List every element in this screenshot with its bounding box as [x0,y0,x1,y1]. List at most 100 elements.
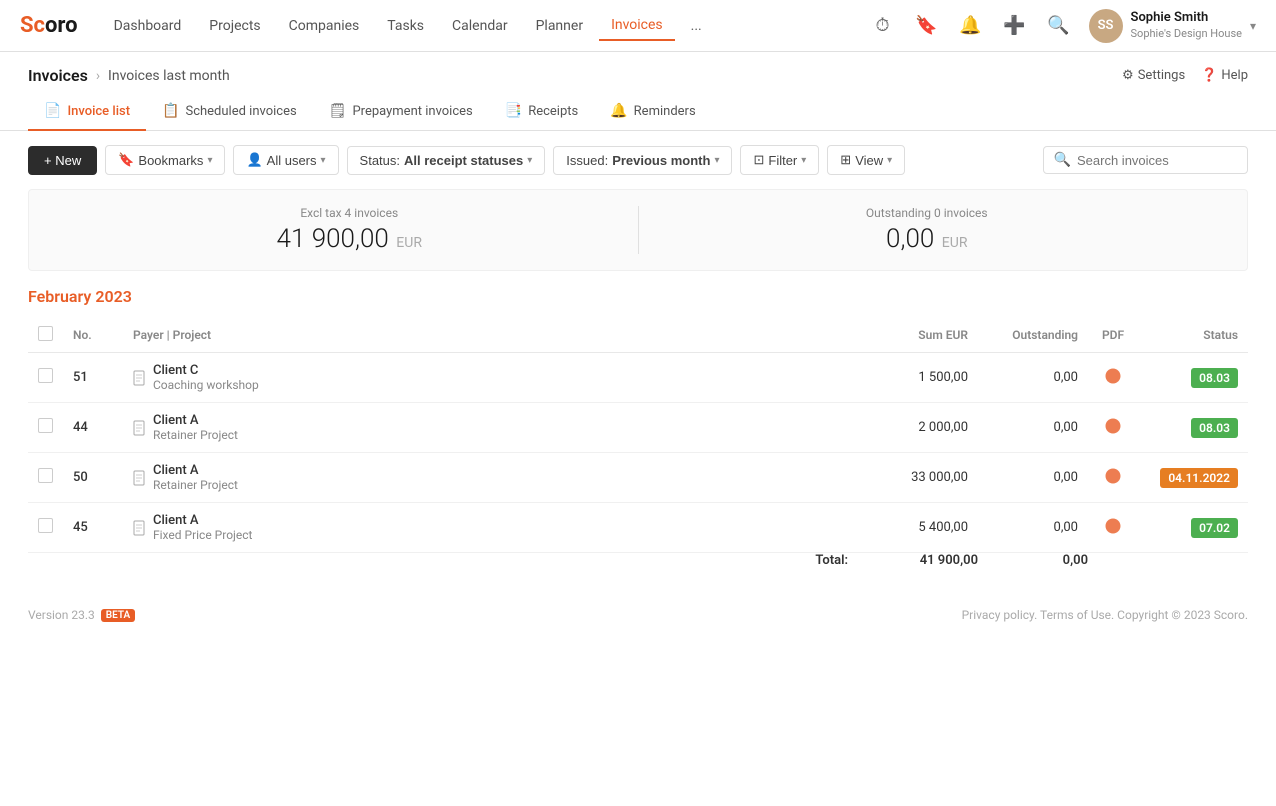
row-outstanding-3: 0,00 [978,503,1088,553]
row-no-3[interactable]: 45 [63,503,123,553]
search-input[interactable] [1077,153,1237,168]
row-checkbox-2[interactable] [38,468,53,483]
row-pdf-2[interactable] [1088,453,1138,503]
settings-link[interactable]: ⚙ Settings [1122,68,1185,83]
row-pdf-0[interactable] [1088,353,1138,403]
nav-more[interactable]: ... [679,12,714,40]
row-checkbox-1[interactable] [38,418,53,433]
summary-outstanding-currency: EUR [942,235,968,251]
status-badge-3: 07.02 [1191,518,1238,538]
th-checkbox [28,318,63,353]
row-no-0[interactable]: 51 [63,353,123,403]
nav-tasks[interactable]: Tasks [375,12,436,40]
breadcrumb-root[interactable]: Invoices [28,66,88,85]
search-box[interactable]: 🔍 [1043,146,1248,174]
users-chevron-icon: ▾ [321,155,326,166]
total-sum: 41 900,00 [858,553,978,569]
payer-name-1[interactable]: Client A [153,413,238,428]
view-button[interactable]: ⊞ View ▾ [827,145,905,175]
bookmarks-chevron-icon: ▾ [207,155,212,166]
nav-invoices[interactable]: Invoices [599,11,675,41]
row-outstanding-1: 0,00 [978,403,1088,453]
row-no-2[interactable]: 50 [63,453,123,503]
pdf-download-icon-3[interactable] [1104,520,1122,539]
row-outstanding-2: 0,00 [978,453,1088,503]
chevron-down-icon: ▾ [1250,19,1256,33]
row-sum-1: 2 000,00 [858,403,978,453]
pdf-download-icon-0[interactable] [1104,370,1122,389]
tab-prepayment-invoices[interactable]: 🗒 Prepayment invoices [313,93,489,131]
pdf-download-icon-1[interactable] [1104,420,1122,439]
summary-total-label: Excl tax 4 invoices [61,206,638,220]
breadcrumb: Invoices › Invoices last month [28,66,230,85]
payer-name-0[interactable]: Client C [153,363,259,378]
summary-outstanding-amount: 0,00 [886,224,934,254]
row-payer-3: Client A Fixed Price Project [123,503,858,553]
summary-total: Excl tax 4 invoices 41 900,00 EUR [61,206,638,254]
bookmark-icon[interactable]: 🔖 [913,12,941,40]
new-button[interactable]: + New [28,146,97,175]
avatar: SS [1089,9,1123,43]
nav-projects[interactable]: Projects [197,12,272,40]
doc-icon-0 [133,370,147,386]
breadcrumb-bar: Invoices › Invoices last month ⚙ Setting… [0,52,1276,93]
timer-icon[interactable]: ⏱ [869,12,897,40]
payer-name-2[interactable]: Client A [153,463,238,478]
bookmarks-button[interactable]: 🔖 Bookmarks ▾ [105,145,225,175]
nav-dashboard[interactable]: Dashboard [102,12,194,40]
nav-planner[interactable]: Planner [524,12,595,40]
total-label: Total: [815,553,848,568]
beta-badge: BETA [101,609,135,622]
row-no-1[interactable]: 44 [63,403,123,453]
payer-project-3: Fixed Price Project [153,528,252,542]
row-payer-2: Client A Retainer Project [123,453,858,503]
filter-chevron-icon: ▾ [801,155,806,166]
user-name: Sophie Smith [1131,10,1242,27]
filter-button[interactable]: ⊡ Filter ▾ [740,145,819,175]
row-checkbox-0[interactable] [38,368,53,383]
pdf-download-icon-2[interactable] [1104,470,1122,489]
page-content: Invoices › Invoices last month ⚙ Setting… [0,52,1276,806]
status-badge-2: 04.11.2022 [1160,468,1238,488]
prepayment-icon: 🗒 [329,103,347,119]
user-area[interactable]: SS Sophie Smith Sophie's Design House ▾ [1089,9,1256,43]
row-outstanding-0: 0,00 [978,353,1088,403]
status-label: Status: [360,153,400,168]
status-filter-button[interactable]: Status: All receipt statuses ▾ [347,146,546,175]
add-icon[interactable]: ➕ [1001,12,1029,40]
bell-icon[interactable]: 🔔 [957,12,985,40]
search-icon[interactable]: 🔍 [1045,12,1073,40]
row-checkbox-3[interactable] [38,518,53,533]
nav-calendar[interactable]: Calendar [440,12,520,40]
th-no: No. [63,318,123,353]
tab-receipts[interactable]: 📑 Receipts [489,93,594,131]
row-sum-3: 5 400,00 [858,503,978,553]
row-status-0: 08.03 [1138,353,1248,403]
all-users-button[interactable]: 👤 All users ▾ [233,145,338,175]
scheduled-icon: 📋 [162,103,179,119]
select-all-checkbox[interactable] [38,326,53,341]
table-row: 45 Client A Fixed Price Project 5 400,00 [28,503,1248,553]
logo[interactable]: Scoro [20,13,78,38]
row-pdf-1[interactable] [1088,403,1138,453]
help-link[interactable]: ❓ Help [1201,68,1248,83]
summary-outstanding-label: Outstanding 0 invoices [639,206,1216,220]
row-pdf-3[interactable] [1088,503,1138,553]
issued-filter-button[interactable]: Issued: Previous month ▾ [553,146,732,175]
issued-chevron-icon: ▾ [714,155,719,166]
summary-total-currency: EUR [396,235,422,251]
users-icon: 👤 [246,152,262,168]
reminders-icon: 🔔 [610,103,627,119]
summary-total-amount: 41 900,00 [277,224,389,254]
payer-name-3[interactable]: Client A [153,513,252,528]
receipts-icon: 📑 [505,103,522,119]
view-chevron-icon: ▾ [887,155,892,166]
th-pdf: PDF [1088,318,1138,353]
tab-reminders[interactable]: 🔔 Reminders [594,93,711,131]
toolbar: + New 🔖 Bookmarks ▾ 👤 All users ▾ Status… [0,131,1276,189]
nav-companies[interactable]: Companies [277,12,372,40]
summary-row: Excl tax 4 invoices 41 900,00 EUR Outsta… [28,189,1248,271]
tab-scheduled-invoices[interactable]: 📋 Scheduled invoices [146,93,313,131]
tab-invoice-list[interactable]: 📄 Invoice list [28,93,146,131]
settings-icon: ⚙ [1122,68,1134,83]
